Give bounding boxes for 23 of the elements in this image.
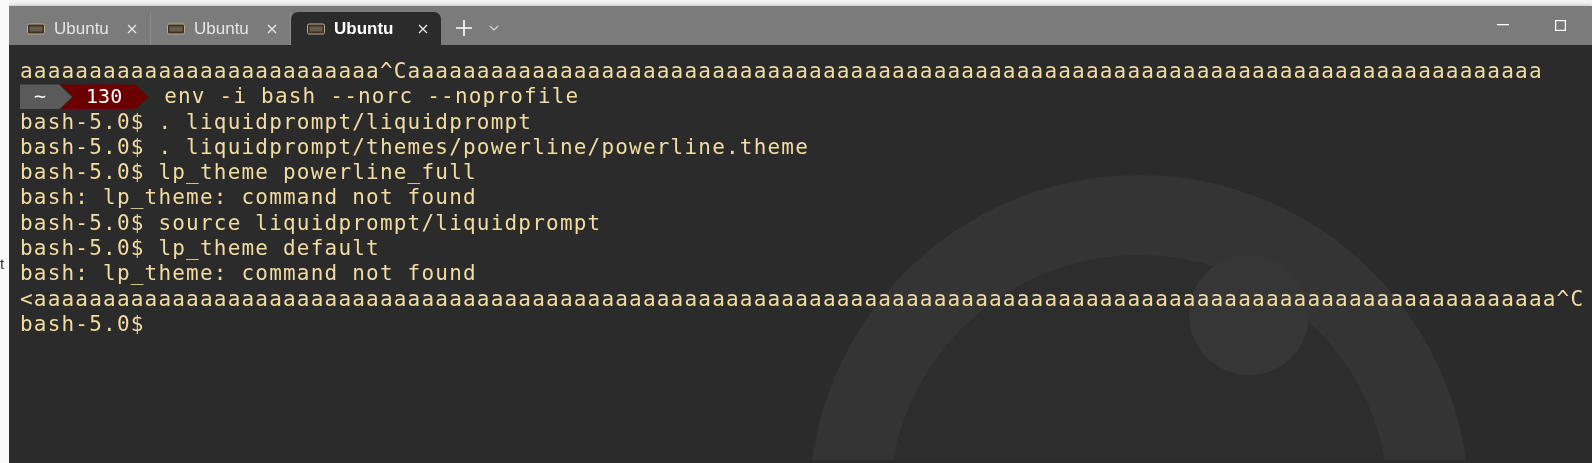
terminal-line: bash-5.0$ lp_theme default [20,236,380,262]
terminal-line: bash-5.0$ . liquidprompt/liquidprompt [20,109,533,135]
minimize-icon[interactable] [1497,24,1509,26]
terminal-icon [27,22,45,35]
close-icon[interactable] [417,22,429,35]
prompt-segment: ~ [20,84,73,110]
terminal-line: aaaaaaaaaaaaaaaaaaaaaaaaaa^Caaaaaaaaaaaaaaaaaaaaaaaaaaaaaaaaaaaaaaaaaaaaaaaaaaaaaaaaaaaaaaaaaaaaaaaaaaaaaaaaaa [20,59,1543,85]
terminal-line: bash-5.0$ [20,311,145,338]
tab[interactable]: Ubuntu [291,12,441,45]
background-text: t [0,255,5,272]
terminal-icon [167,22,185,35]
terminal-line: bash: lp_theme: command not found [20,185,477,211]
terminal-line: bash: lp_theme: command not found [20,261,477,287]
prompt-segment: 130 [60,84,149,110]
terminal-line: bash-5.0$ source liquidprompt/liquidprompt [20,210,602,237]
new-tab-icon[interactable] [455,19,473,37]
terminal-line: bash-5.0$ lp_theme powerline_full [20,160,477,186]
terminal-line: bash-5.0$ . liquidprompt/themes/powerline/powerline.theme [20,134,810,161]
terminal-command: env -i bash --norc --noprofile [164,84,580,110]
dropdown-icon[interactable] [489,25,499,31]
terminal-line: <aaaaaaaaaaaaaaaaaaaaaaaaaaaaaaaaaaaaaaaaaaaaaaaaaaaaaaaaaaaaaaaaaaaaaaaaaaaaaaaaaaaaaaaaaaaaaaaaaaaaaaaaaaaaaa^C [20,286,1585,312]
terminal-icon [307,22,325,35]
maximize-icon[interactable] [1555,20,1566,31]
